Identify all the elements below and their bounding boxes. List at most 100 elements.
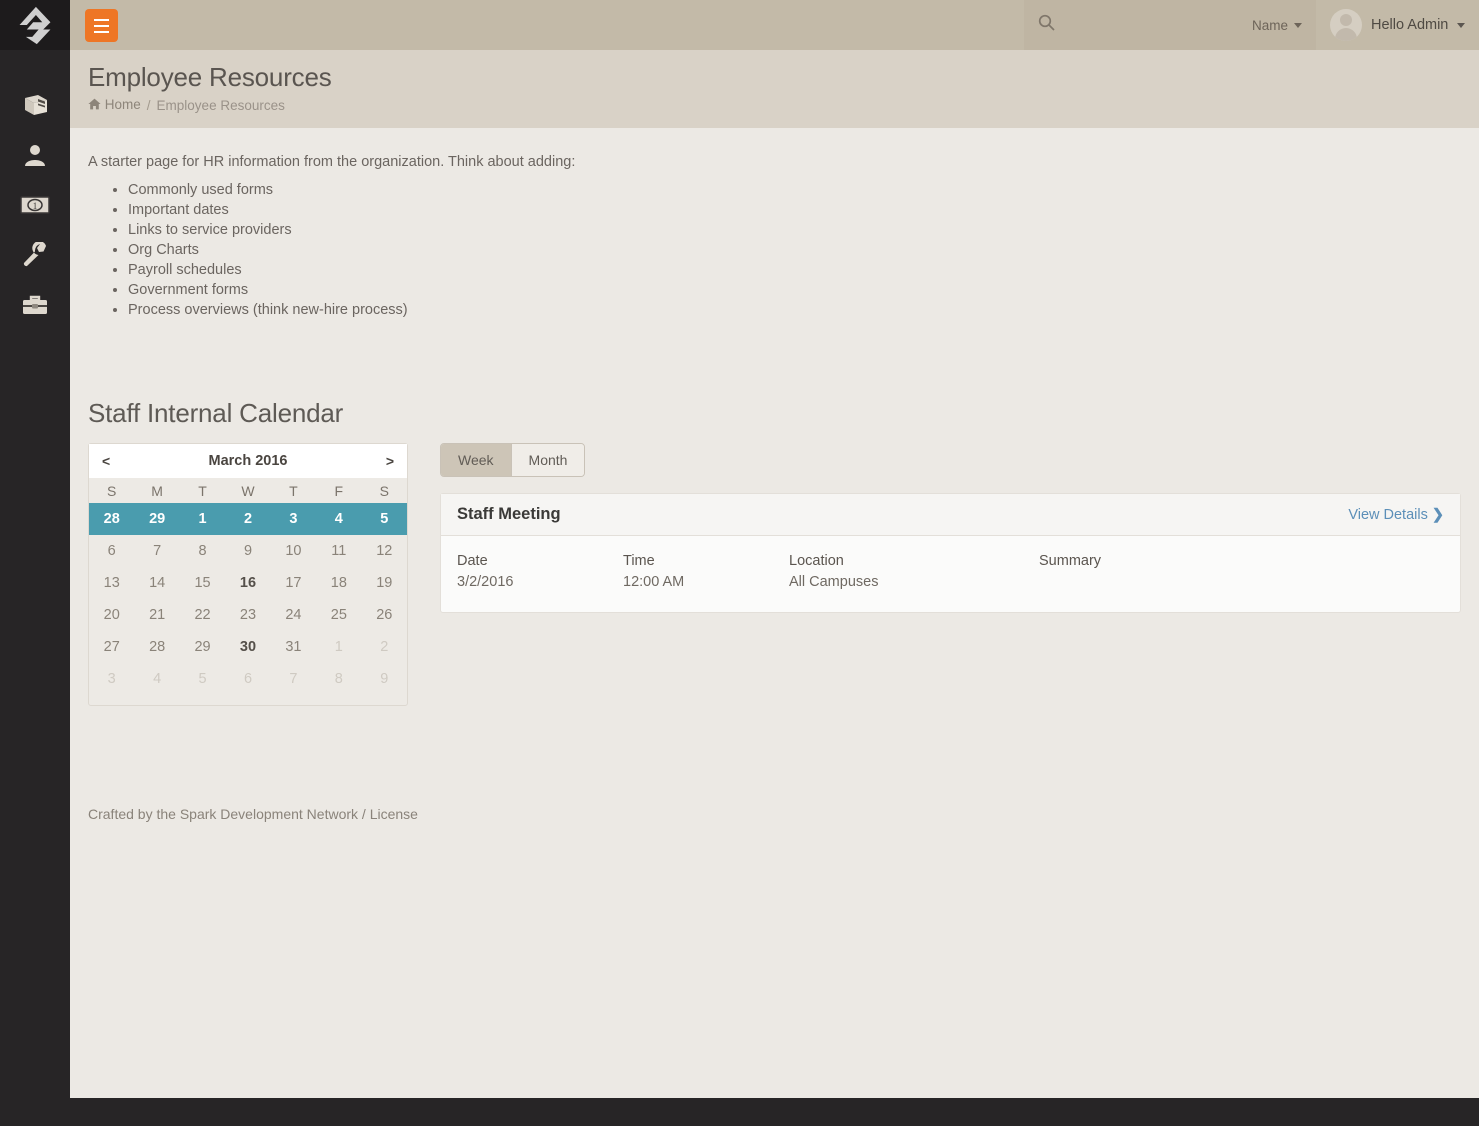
calendar-day-cell[interactable]: 21	[134, 599, 179, 631]
logo-container[interactable]	[0, 0, 70, 50]
calendar-day-cell[interactable]: 4	[134, 663, 179, 695]
event-value-date: 3/2/2016	[457, 574, 623, 590]
column-header-date: Date	[457, 553, 623, 569]
toolbox-icon	[21, 293, 49, 317]
avatar	[1330, 9, 1362, 41]
calendar-week-row[interactable]: 20212223242526	[89, 599, 407, 631]
calendar-day-cell[interactable]: 3	[271, 503, 316, 535]
calendar-day-cell[interactable]: 2	[362, 631, 407, 663]
app-root: 1	[0, 0, 1479, 1126]
view-toggle-month[interactable]: Month	[511, 444, 585, 476]
sidebar-item-book[interactable]	[0, 80, 70, 130]
calendar-day-cell[interactable]: 29	[134, 503, 179, 535]
calendar-week-row[interactable]: 3456789	[89, 663, 407, 695]
calendar-day-cell[interactable]: 12	[362, 535, 407, 567]
calendar-day-cell[interactable]: 3	[89, 663, 134, 695]
calendar-day-cell[interactable]: 17	[271, 567, 316, 599]
calendar-day-cell[interactable]: 26	[362, 599, 407, 631]
calendar-day-cell[interactable]: 30	[225, 631, 270, 663]
footer-separator: /	[358, 806, 370, 822]
calendar-day-cell[interactable]: 20	[89, 599, 134, 631]
name-dropdown[interactable]: Name	[1252, 18, 1302, 33]
sidebar-item-person[interactable]	[0, 130, 70, 180]
calendar-day-cell[interactable]: 11	[316, 535, 361, 567]
calendar-day-cell[interactable]: 6	[225, 663, 270, 695]
list-item: Commonly used forms	[128, 180, 1479, 200]
sidebar: 1	[0, 0, 70, 1126]
calendar-day-cell[interactable]: 5	[180, 663, 225, 695]
search-container: Name	[1024, 0, 1316, 50]
calendar-day-cell[interactable]: 6	[89, 535, 134, 567]
svg-text:1: 1	[33, 201, 38, 211]
calendar-day-cell[interactable]: 9	[225, 535, 270, 567]
breadcrumb-home-link[interactable]: Home	[88, 97, 141, 113]
footer-org-link[interactable]: Spark Development Network	[180, 806, 358, 822]
calendar-day-cell[interactable]: 23	[225, 599, 270, 631]
calendar-day-cell[interactable]: 4	[316, 503, 361, 535]
calendar-day-cell[interactable]: 7	[134, 535, 179, 567]
event-card: Staff Meeting View Details ❯ Date 3/2/20…	[440, 493, 1461, 613]
calendar-day-cell[interactable]: 2	[225, 503, 270, 535]
calendar-day-cell[interactable]: 13	[89, 567, 134, 599]
list-item: Important dates	[128, 200, 1479, 220]
calendar-day-header: M	[134, 478, 179, 503]
list-item: Payroll schedules	[128, 260, 1479, 280]
calendar-day-cell[interactable]: 10	[271, 535, 316, 567]
chevron-right-icon: ❯	[1432, 507, 1444, 523]
sidebar-item-toolbox[interactable]	[0, 280, 70, 330]
calendar-week-row[interactable]: 282912345	[89, 503, 407, 535]
view-toggle-week[interactable]: Week	[441, 444, 511, 476]
calendar-day-cell[interactable]: 28	[89, 503, 134, 535]
calendar-day-cell[interactable]: 18	[316, 567, 361, 599]
calendar-day-cell[interactable]: 22	[180, 599, 225, 631]
calendar-day-cell[interactable]: 5	[362, 503, 407, 535]
calendar-day-cell[interactable]: 14	[134, 567, 179, 599]
calendar-day-cell[interactable]: 1	[316, 631, 361, 663]
calendar-day-cell[interactable]: 25	[316, 599, 361, 631]
event-field-summary: Summary	[1039, 553, 1444, 590]
event-field-date: Date 3/2/2016	[457, 553, 623, 590]
sidebar-item-money[interactable]: 1	[0, 180, 70, 230]
sidebar-item-wrench[interactable]	[0, 230, 70, 280]
chevron-down-icon	[1457, 23, 1465, 28]
calendar-week-row[interactable]: 13141516171819	[89, 567, 407, 599]
calendar-day-cell[interactable]: 31	[271, 631, 316, 663]
event-field-location: Location All Campuses	[789, 553, 1039, 590]
calendar-day-cell[interactable]: 19	[362, 567, 407, 599]
user-greeting: Hello Admin	[1371, 17, 1448, 33]
hamburger-bar	[94, 25, 109, 27]
event-panel: Week Month Staff Meeting View Details ❯ …	[440, 443, 1479, 613]
calendar-day-cell[interactable]: 16	[225, 567, 270, 599]
calendar-body: 2829123456789101112131415161718192021222…	[89, 503, 407, 695]
event-value-location: All Campuses	[789, 574, 1039, 590]
calendar-day-cell[interactable]: 24	[271, 599, 316, 631]
calendar-week-row[interactable]: 6789101112	[89, 535, 407, 567]
calendar-week-row[interactable]: 272829303112	[89, 631, 407, 663]
event-field-time: Time 12:00 AM	[623, 553, 789, 590]
calendar-day-cell[interactable]: 1	[180, 503, 225, 535]
calendar-day-cell[interactable]: 9	[362, 663, 407, 695]
calendar-day-cell[interactable]: 28	[134, 631, 179, 663]
footer: Crafted by the Spark Development Network…	[88, 806, 1479, 822]
user-menu[interactable]: Hello Admin	[1316, 0, 1479, 50]
footer-license-link[interactable]: License	[370, 806, 418, 822]
menu-toggle-button[interactable]	[85, 9, 118, 42]
event-value-time: 12:00 AM	[623, 574, 789, 590]
calendar-day-cell[interactable]: 29	[180, 631, 225, 663]
view-details-link[interactable]: View Details ❯	[1348, 507, 1444, 523]
calendar-prev-button[interactable]: <	[102, 454, 110, 468]
calendar-day-cell[interactable]: 8	[316, 663, 361, 695]
column-header-location: Location	[789, 553, 1039, 569]
column-header-time: Time	[623, 553, 789, 569]
chevron-down-icon	[1294, 23, 1302, 28]
calendar-day-cell[interactable]: 7	[271, 663, 316, 695]
calendar-day-cell[interactable]: 8	[180, 535, 225, 567]
calendar-day-cell[interactable]: 15	[180, 567, 225, 599]
calendar-day-cell[interactable]: 27	[89, 631, 134, 663]
calendar-next-button[interactable]: >	[386, 454, 394, 468]
main-content: A starter page for HR information from t…	[70, 128, 1479, 1098]
avatar-head	[1340, 14, 1352, 26]
search-input[interactable]	[1055, 17, 1252, 34]
calendar-header: < March 2016 >	[89, 444, 407, 478]
sidebar-items: 1	[0, 50, 70, 330]
